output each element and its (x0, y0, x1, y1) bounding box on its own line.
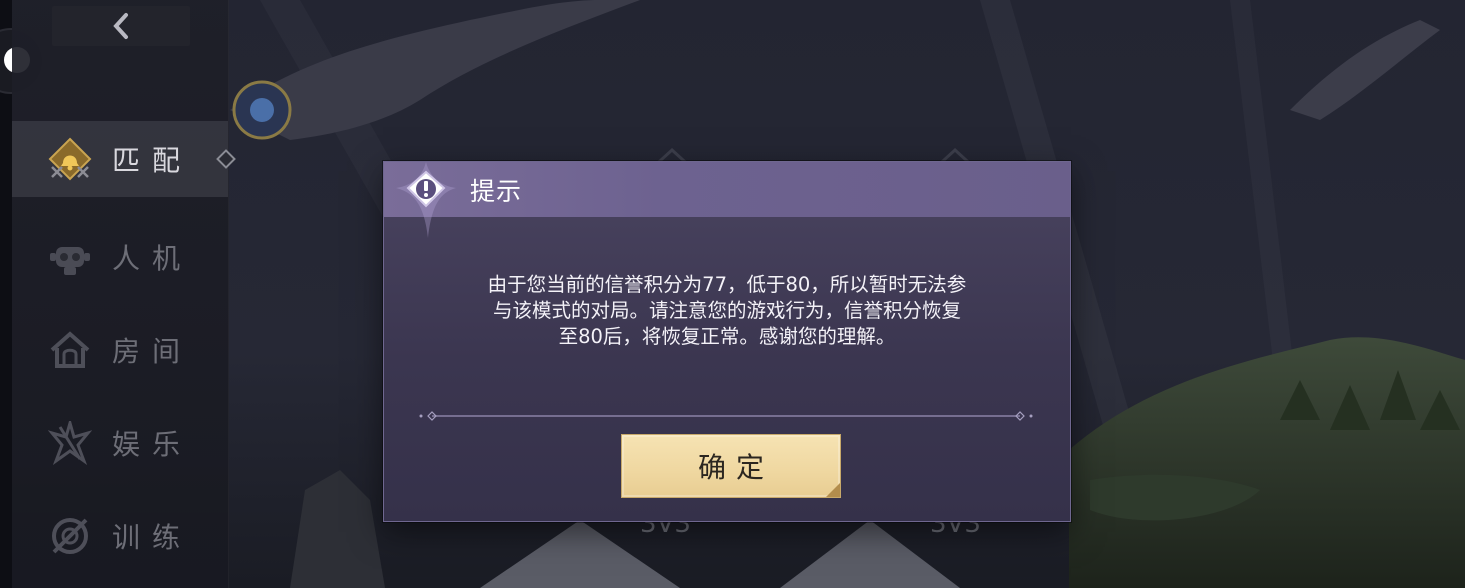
sidebar-item-label-fun: 娱乐 (112, 428, 193, 461)
button-corner-ornament-icon (826, 483, 840, 497)
sidebar-item-label-training: 训练 (112, 521, 193, 554)
sidebar-item-match[interactable]: 匹配 (12, 121, 236, 197)
star-burst-icon (48, 421, 92, 465)
bell-crossed-swords-icon (48, 137, 92, 181)
sidebar-item-training[interactable]: 训练 (12, 498, 228, 574)
target-slash-icon (52, 518, 88, 554)
sidebar-item-room[interactable]: 房间 (12, 312, 228, 388)
confirm-button[interactable]: 确定 (621, 434, 841, 498)
exclamation-icon (396, 162, 456, 238)
notice-dialog: 提示 由于您当前的信誉积分为77，低于80，所以暂时无法参 与该模式的对局。请注… (383, 161, 1071, 522)
dialog-message-line-2: 与该模式的对局。请注意您的游戏行为，信誉积分恢复 (492, 299, 961, 322)
mode-sidebar: 匹配 人机 房间 娱乐 训练 (12, 0, 236, 588)
house-icon (50, 331, 90, 368)
sidebar-item-ai[interactable]: 人机 (12, 219, 228, 295)
dialog-title: 提示 (470, 177, 523, 206)
back-button[interactable] (52, 6, 190, 46)
chevron-left-icon (113, 13, 128, 39)
dialog-message: 由于您当前的信誉积分为77，低于80，所以暂时无法参 与该模式的对局。请注意您的… (434, 272, 1020, 350)
dialog-divider (419, 411, 1033, 421)
sidebar-item-label-match: 匹配 (112, 144, 193, 177)
dialog-message-line-3: 至80后，将恢复正常。感谢您的理解。 (558, 325, 896, 348)
game-screen: 3V3 3V3 匹配 人机 房间 娱乐 训练 提示 由于您当前的信誉积分为77，… (0, 0, 1465, 588)
robot-icon (50, 247, 90, 275)
confirm-button-label: 确定 (697, 451, 774, 484)
sidebar-item-label-ai: 人机 (112, 242, 193, 275)
dialog-message-line-1: 由于您当前的信誉积分为77，低于80，所以暂时无法参 (487, 273, 967, 296)
sidebar-item-fun[interactable]: 娱乐 (12, 405, 228, 481)
sidebar-item-label-room: 房间 (112, 335, 193, 368)
